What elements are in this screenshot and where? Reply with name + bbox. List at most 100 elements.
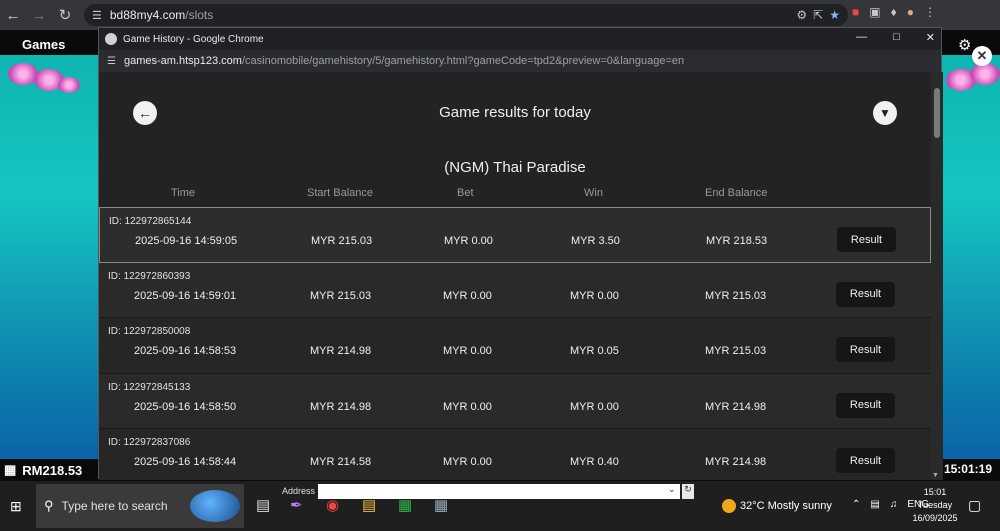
column-header-time: Time [171, 187, 196, 199]
game-clock: 15:01:19 [943, 462, 992, 476]
round-id: ID: 122972837086 [108, 437, 191, 449]
row-end-balance: MYR 214.98 [705, 400, 767, 413]
filter-icon: ▼ [879, 106, 891, 120]
windows-start-icon[interactable]: ⊞ [10, 498, 22, 515]
table-row: ID: 122972860393 2025-09-16 14:59:01 MYR… [99, 262, 931, 319]
balance-display: ▦ RM218.53 [4, 462, 82, 478]
forward-arrow-icon[interactable]: → [26, 2, 52, 28]
table-header: Time Start Balance Bet Win End Balance [99, 187, 931, 203]
scroll-down-icon[interactable]: ▼ [932, 472, 939, 479]
feather-app-icon[interactable]: ✒ [290, 496, 303, 514]
clock-day: Tuesday [917, 500, 953, 510]
column-header-start-balance: Start Balance [307, 187, 374, 199]
scrollbar[interactable]: ▼ [931, 72, 943, 480]
table-row: ID: 122972845133 2025-09-16 14:58:50 MYR… [99, 373, 931, 430]
result-button[interactable]: Result [836, 281, 895, 307]
row-time: 2025-09-16 14:58:53 [134, 345, 237, 358]
extension-icon[interactable]: ■ [852, 5, 859, 19]
row-win: MYR 0.00 [570, 400, 619, 413]
taskbar-search[interactable]: ⚲ Type here to search [36, 484, 244, 528]
row-start-balance: MYR 214.58 [310, 456, 372, 469]
search-icon: ⚲ [44, 498, 54, 513]
back-arrow-icon[interactable]: ← [0, 2, 26, 28]
column-header-bet: Bet [457, 187, 474, 199]
menu-kebab-icon[interactable]: ⋮ [924, 5, 936, 19]
popup-address-bar[interactable]: ☰ games-am.htsp123.com/casinomobile/game… [99, 50, 941, 72]
column-header-win: Win [584, 187, 603, 199]
filter-button[interactable]: ▼ [873, 101, 897, 125]
column-header-end-balance: End Balance [705, 187, 768, 199]
go-icon[interactable]: ↻ [682, 484, 694, 499]
history-table: ID: 122972865144 2025-09-16 14:59:05 MYR… [99, 207, 931, 480]
chrome-taskbar-icon[interactable]: ◉ [326, 496, 339, 514]
round-id: ID: 122972860393 [108, 270, 191, 282]
chrome-icon [105, 33, 117, 45]
scroll-thumb[interactable] [934, 88, 940, 138]
row-win: MYR 0.00 [570, 289, 619, 302]
popup-titlebar: Game History - Google Chrome — □ ✕ [99, 28, 941, 50]
minimize-icon[interactable]: — [856, 31, 867, 44]
notification-icon[interactable]: ▢ [968, 497, 981, 514]
address-url: bd88my4.com/slots [109, 8, 214, 22]
network-icon[interactable]: ▤ [870, 499, 879, 510]
row-start-balance: MYR 215.03 [310, 289, 372, 302]
extension-icon[interactable]: ▣ [869, 5, 880, 19]
row-time: 2025-09-16 14:58:50 [134, 400, 237, 413]
popup-url: games-am.htsp123.com/casinomobile/gamehi… [123, 55, 685, 67]
bookmark-star-icon[interactable]: ★ [829, 8, 840, 22]
row-start-balance: MYR 214.98 [310, 345, 372, 358]
task-view-icon[interactable]: ▤ [256, 496, 270, 514]
row-end-balance: MYR 215.03 [705, 289, 767, 302]
result-button[interactable]: Result [837, 227, 896, 252]
site-info-icon[interactable]: ☰ [107, 56, 116, 67]
clock-date: 16/09/2025 [912, 513, 958, 523]
extensions-area: ■ ▣ ♦ ● ⋮ [852, 5, 936, 19]
row-win: MYR 0.05 [570, 345, 619, 358]
calculator-icon[interactable]: ▦ [434, 496, 448, 514]
chevron-up-icon[interactable]: ⌃ [852, 499, 860, 510]
chevron-down-icon[interactable]: ⌄ [668, 484, 676, 495]
history-content: ← Game results for today ▼ (NGM) Thai Pa… [99, 72, 931, 480]
popup-title: Game History - Google Chrome [123, 33, 264, 45]
round-id: ID: 122972850008 [108, 326, 191, 338]
weather-widget[interactable]: 32°C Mostly sunny [722, 499, 832, 513]
gear-icon[interactable]: ⚙ [958, 36, 971, 54]
spreadsheet-app-icon[interactable]: ▦ [398, 496, 412, 514]
table-row: ID: 122972850008 2025-09-16 14:58:53 MYR… [99, 318, 931, 374]
row-start-balance: MYR 214.98 [310, 400, 372, 413]
game-title: Games [22, 37, 66, 52]
row-time: 2025-09-16 14:59:05 [135, 235, 238, 247]
row-time: 2025-09-16 14:58:44 [134, 456, 237, 469]
taskbar-clock[interactable]: 15:01 Tuesday 16/09/2025 [912, 486, 958, 525]
key-icon[interactable]: ⚙ [796, 8, 807, 22]
earth-image [190, 490, 240, 522]
row-bet: MYR 0.00 [443, 289, 492, 302]
game-background-left [0, 55, 98, 459]
maximize-icon[interactable]: □ [893, 31, 900, 44]
share-icon[interactable]: ⇱ [813, 8, 823, 22]
clock-time: 15:01 [923, 487, 947, 497]
result-button[interactable]: Result [836, 448, 895, 474]
round-id: ID: 122972865144 [109, 216, 192, 227]
speaker-icon[interactable]: ♫ [890, 499, 898, 510]
round-id: ID: 122972845133 [108, 381, 191, 393]
page-title: Game results for today [439, 104, 591, 121]
reload-icon[interactable]: ↻ [52, 2, 78, 28]
puzzle-icon[interactable]: ♦ [891, 5, 897, 19]
file-explorer-icon[interactable]: ▤ [362, 496, 376, 514]
game-history-window: Game History - Google Chrome — □ ✕ ☰ gam… [98, 27, 943, 480]
close-icon[interactable]: ✕ [972, 46, 992, 66]
site-info-icon[interactable]: ☰ [92, 9, 102, 22]
row-bet: MYR 0.00 [443, 345, 492, 358]
close-window-icon[interactable]: ✕ [926, 31, 935, 44]
row-end-balance: MYR 214.98 [705, 456, 767, 469]
result-button[interactable]: Result [836, 337, 895, 363]
row-win: MYR 0.40 [570, 456, 619, 469]
table-row: ID: 122972837086 2025-09-16 14:58:44 MYR… [99, 429, 931, 480]
sun-icon [722, 499, 736, 513]
profile-avatar[interactable]: ● [907, 5, 914, 19]
address-bar[interactable]: ☰ bd88my4.com/slots ⚙ ⇱ ★ [84, 4, 848, 26]
weather-text: 32°C Mostly sunny [740, 500, 832, 512]
row-end-balance: MYR 218.53 [706, 235, 768, 247]
result-button[interactable]: Result [836, 392, 895, 418]
